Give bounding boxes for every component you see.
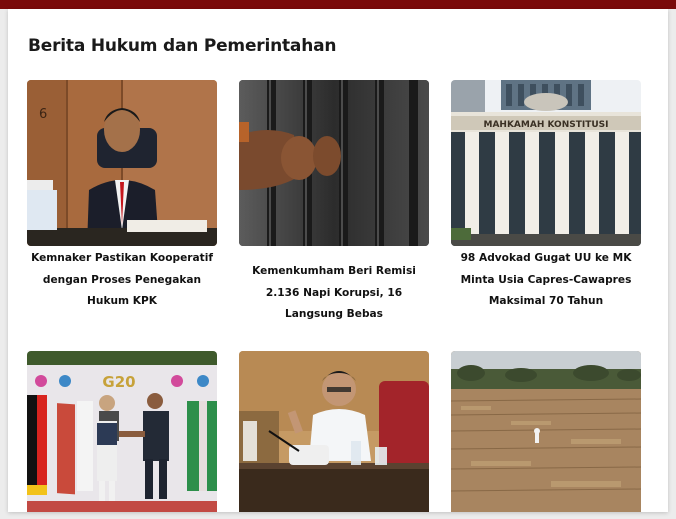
top-accent-bar — [0, 0, 676, 9]
mahkamah-konstitusi-building-photo: MAHKAMAH KONSTITUSI — [451, 80, 641, 246]
svg-text:G20: G20 — [102, 373, 135, 391]
news-card[interactable] — [239, 351, 429, 512]
article-thumbnail[interactable]: G20 — [27, 351, 217, 512]
article-thumbnail[interactable]: MAHKAMAH KONSTITUSI — [451, 80, 641, 246]
svg-text:MAHKAMAH KONSTITUSI: MAHKAMAH KONSTITUSI — [484, 120, 609, 130]
news-card[interactable] — [451, 351, 641, 512]
section-title: Berita Hukum dan Pemerintahan — [28, 36, 337, 56]
news-card[interactable]: MAHKAMAH KONSTITUSI 98 Advokad Gugat UU … — [451, 80, 641, 313]
article-thumbnail[interactable]: 6 — [27, 80, 217, 246]
minister-speaking-meeting-photo — [239, 351, 429, 512]
article-thumbnail[interactable] — [239, 351, 429, 512]
news-card[interactable]: 6 Kemnaker Pastikan Kooperatif dengan Pr… — [27, 80, 217, 313]
prison-bars-hands-photo — [239, 80, 429, 246]
svg-text:6: 6 — [39, 107, 47, 122]
news-section-panel: Berita Hukum dan Pemerintahan 6 Kemnaker… — [8, 9, 668, 512]
article-headline[interactable]: Kemnaker Pastikan Kooperatif dengan Pros… — [27, 248, 217, 313]
article-headline[interactable]: 98 Advokad Gugat UU ke MK Minta Usia Cap… — [451, 248, 641, 313]
news-card[interactable]: G20 — [27, 351, 217, 512]
official-at-desk-photo: 6 — [27, 80, 217, 246]
article-thumbnail[interactable] — [451, 351, 641, 512]
dry-rice-field-photo — [451, 351, 641, 512]
g20-handshake-photo: G20 — [27, 351, 217, 512]
article-thumbnail[interactable] — [239, 80, 429, 246]
article-headline[interactable]: Kemenkumham Beri Remisi 2.136 Napi Korup… — [239, 261, 429, 326]
news-card[interactable]: Kemenkumham Beri Remisi 2.136 Napi Korup… — [239, 80, 429, 326]
